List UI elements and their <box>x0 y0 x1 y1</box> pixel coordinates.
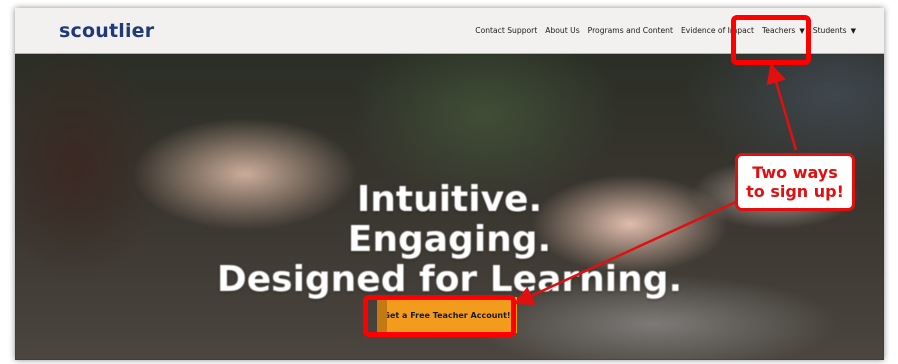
arrow-to-signup-button <box>513 199 739 305</box>
callout-line-1: Two ways <box>752 163 838 182</box>
callout-line-2: to sign up! <box>746 182 844 201</box>
callout-two-ways: Two ways to sign up! <box>735 153 855 211</box>
arrow-to-teachers-menu <box>766 63 798 151</box>
